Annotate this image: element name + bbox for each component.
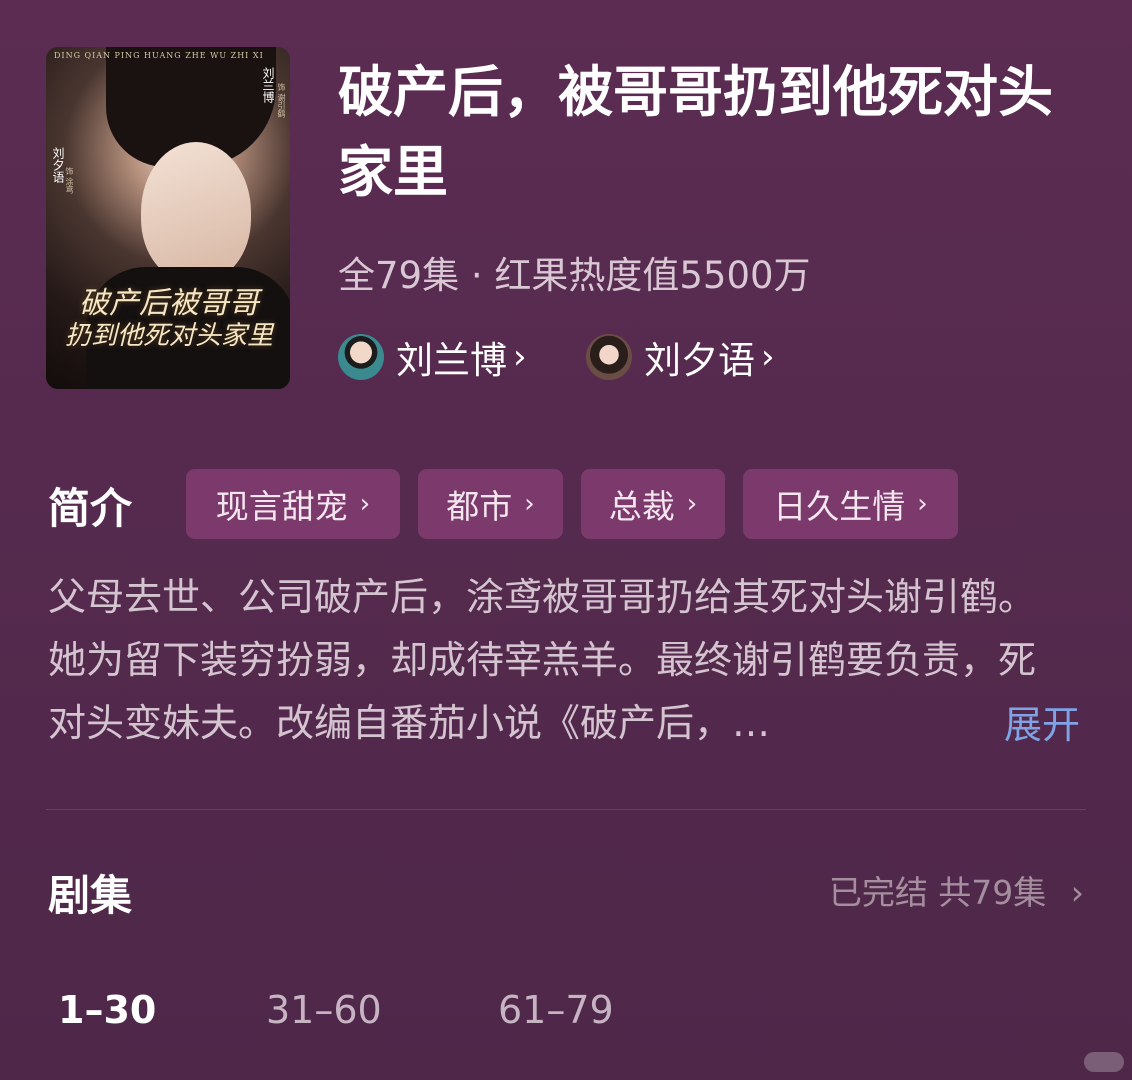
watermark-badge: [1084, 1052, 1124, 1072]
actor-name: 刘夕语: [644, 339, 755, 382]
actor-link-1[interactable]: 刘兰博 ›: [338, 330, 527, 384]
actor-avatar: [338, 334, 384, 380]
tag-label: 总裁: [608, 487, 675, 526]
episodes-status: 已完结 共79集: [828, 873, 1047, 912]
poster-cast-name-1: 刘兰博: [261, 67, 275, 103]
chevron-right-icon: ›: [524, 489, 535, 519]
intro-heading: 简介: [48, 484, 133, 533]
expand-button[interactable]: 展开: [1004, 694, 1080, 749]
poster-title: 破产后被哥哥 扔到他死对头家里: [54, 286, 284, 351]
tag-label: 日久生情: [773, 487, 906, 526]
poster-cast-role-2: 饰 涂鸢: [65, 167, 74, 194]
actor-avatar: [586, 334, 632, 380]
tag-chip[interactable]: 总裁 ›: [581, 469, 725, 539]
poster-cast-role-1: 饰 谢引鹤: [277, 83, 286, 118]
chevron-right-icon: ›: [917, 489, 928, 519]
poster-tagline: DING QIAN PING HUANG ZHE WU ZHI XI: [54, 51, 264, 60]
episode-range-tab[interactable]: 61–79: [498, 988, 614, 1032]
tag-label: 现言甜宠: [215, 487, 348, 526]
tag-label: 都市: [446, 487, 513, 526]
poster-title-line1: 破产后被哥哥: [79, 286, 259, 321]
chevron-right-icon: ›: [1070, 873, 1084, 912]
chevron-right-icon: ›: [359, 489, 371, 519]
poster-title-line2: 扔到他死对头家里: [64, 320, 273, 351]
chevron-right-icon: ›: [761, 337, 775, 377]
episode-range-tab[interactable]: 31–60: [266, 988, 382, 1032]
synopsis-text: 父母去世、公司破产后，涂鸢被哥哥扔给其死对头谢引鹤。她为留下装穷扮弱，却成待宰羔…: [48, 575, 1037, 745]
poster-face: [141, 142, 251, 282]
episodes-heading: 剧集: [48, 871, 133, 920]
tag-chip[interactable]: 都市 ›: [418, 469, 563, 539]
show-title: 破产后，被哥哥扔到他死对头家里: [338, 60, 1054, 204]
episode-range-tab[interactable]: 1–30: [58, 988, 156, 1032]
show-meta: 全79集 · 红果热度值5500万: [338, 254, 811, 297]
actor-name: 刘兰博: [396, 339, 507, 382]
drama-poster[interactable]: DING QIAN PING HUANG ZHE WU ZHI XI 刘兰博 饰…: [46, 47, 290, 389]
actor-link-2[interactable]: 刘夕语 ›: [586, 330, 775, 384]
section-divider: [46, 809, 1086, 810]
tag-chip[interactable]: 现言甜宠 ›: [186, 469, 400, 539]
tag-chip[interactable]: 日久生情 ›: [743, 469, 958, 539]
chevron-right-icon: ›: [686, 489, 698, 519]
chevron-right-icon: ›: [513, 337, 527, 377]
episodes-status-link[interactable]: 已完结 共79集 ›: [829, 866, 1084, 914]
